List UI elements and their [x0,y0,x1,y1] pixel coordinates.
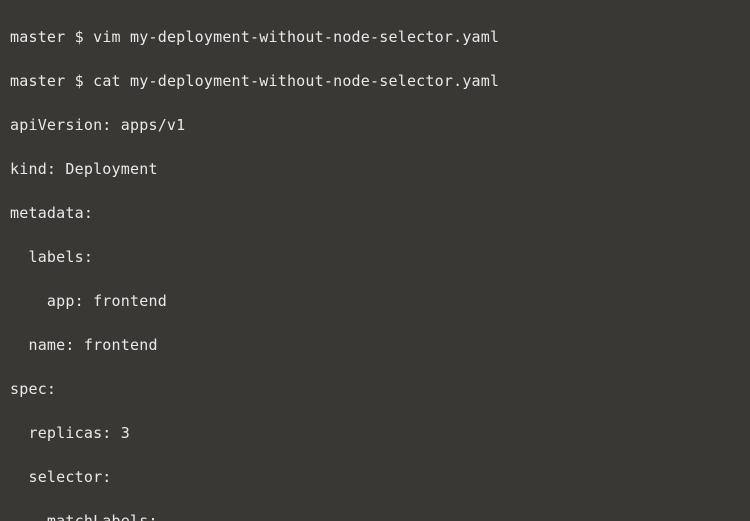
prompt-host: master [10,72,65,90]
prompt-host: master [10,28,65,46]
yaml-line: replicas: 3 [10,422,740,444]
prompt-symbol: $ [75,28,84,46]
yaml-line: spec: [10,378,740,400]
command-line-2: master $ cat my-deployment-without-node-… [10,70,740,92]
yaml-line: selector: [10,466,740,488]
yaml-line: apiVersion: apps/v1 [10,114,740,136]
yaml-line: name: frontend [10,334,740,356]
yaml-line: labels: [10,246,740,268]
yaml-line: kind: Deployment [10,158,740,180]
command-text: cat my-deployment-without-node-selector.… [93,72,499,90]
prompt-symbol: $ [75,72,84,90]
command-text: vim my-deployment-without-node-selector.… [93,28,499,46]
yaml-line: app: frontend [10,290,740,312]
command-line-1: master $ vim my-deployment-without-node-… [10,26,740,48]
yaml-line: matchLabels: [10,510,740,521]
terminal-output[interactable]: master $ vim my-deployment-without-node-… [0,0,750,521]
yaml-line: metadata: [10,202,740,224]
